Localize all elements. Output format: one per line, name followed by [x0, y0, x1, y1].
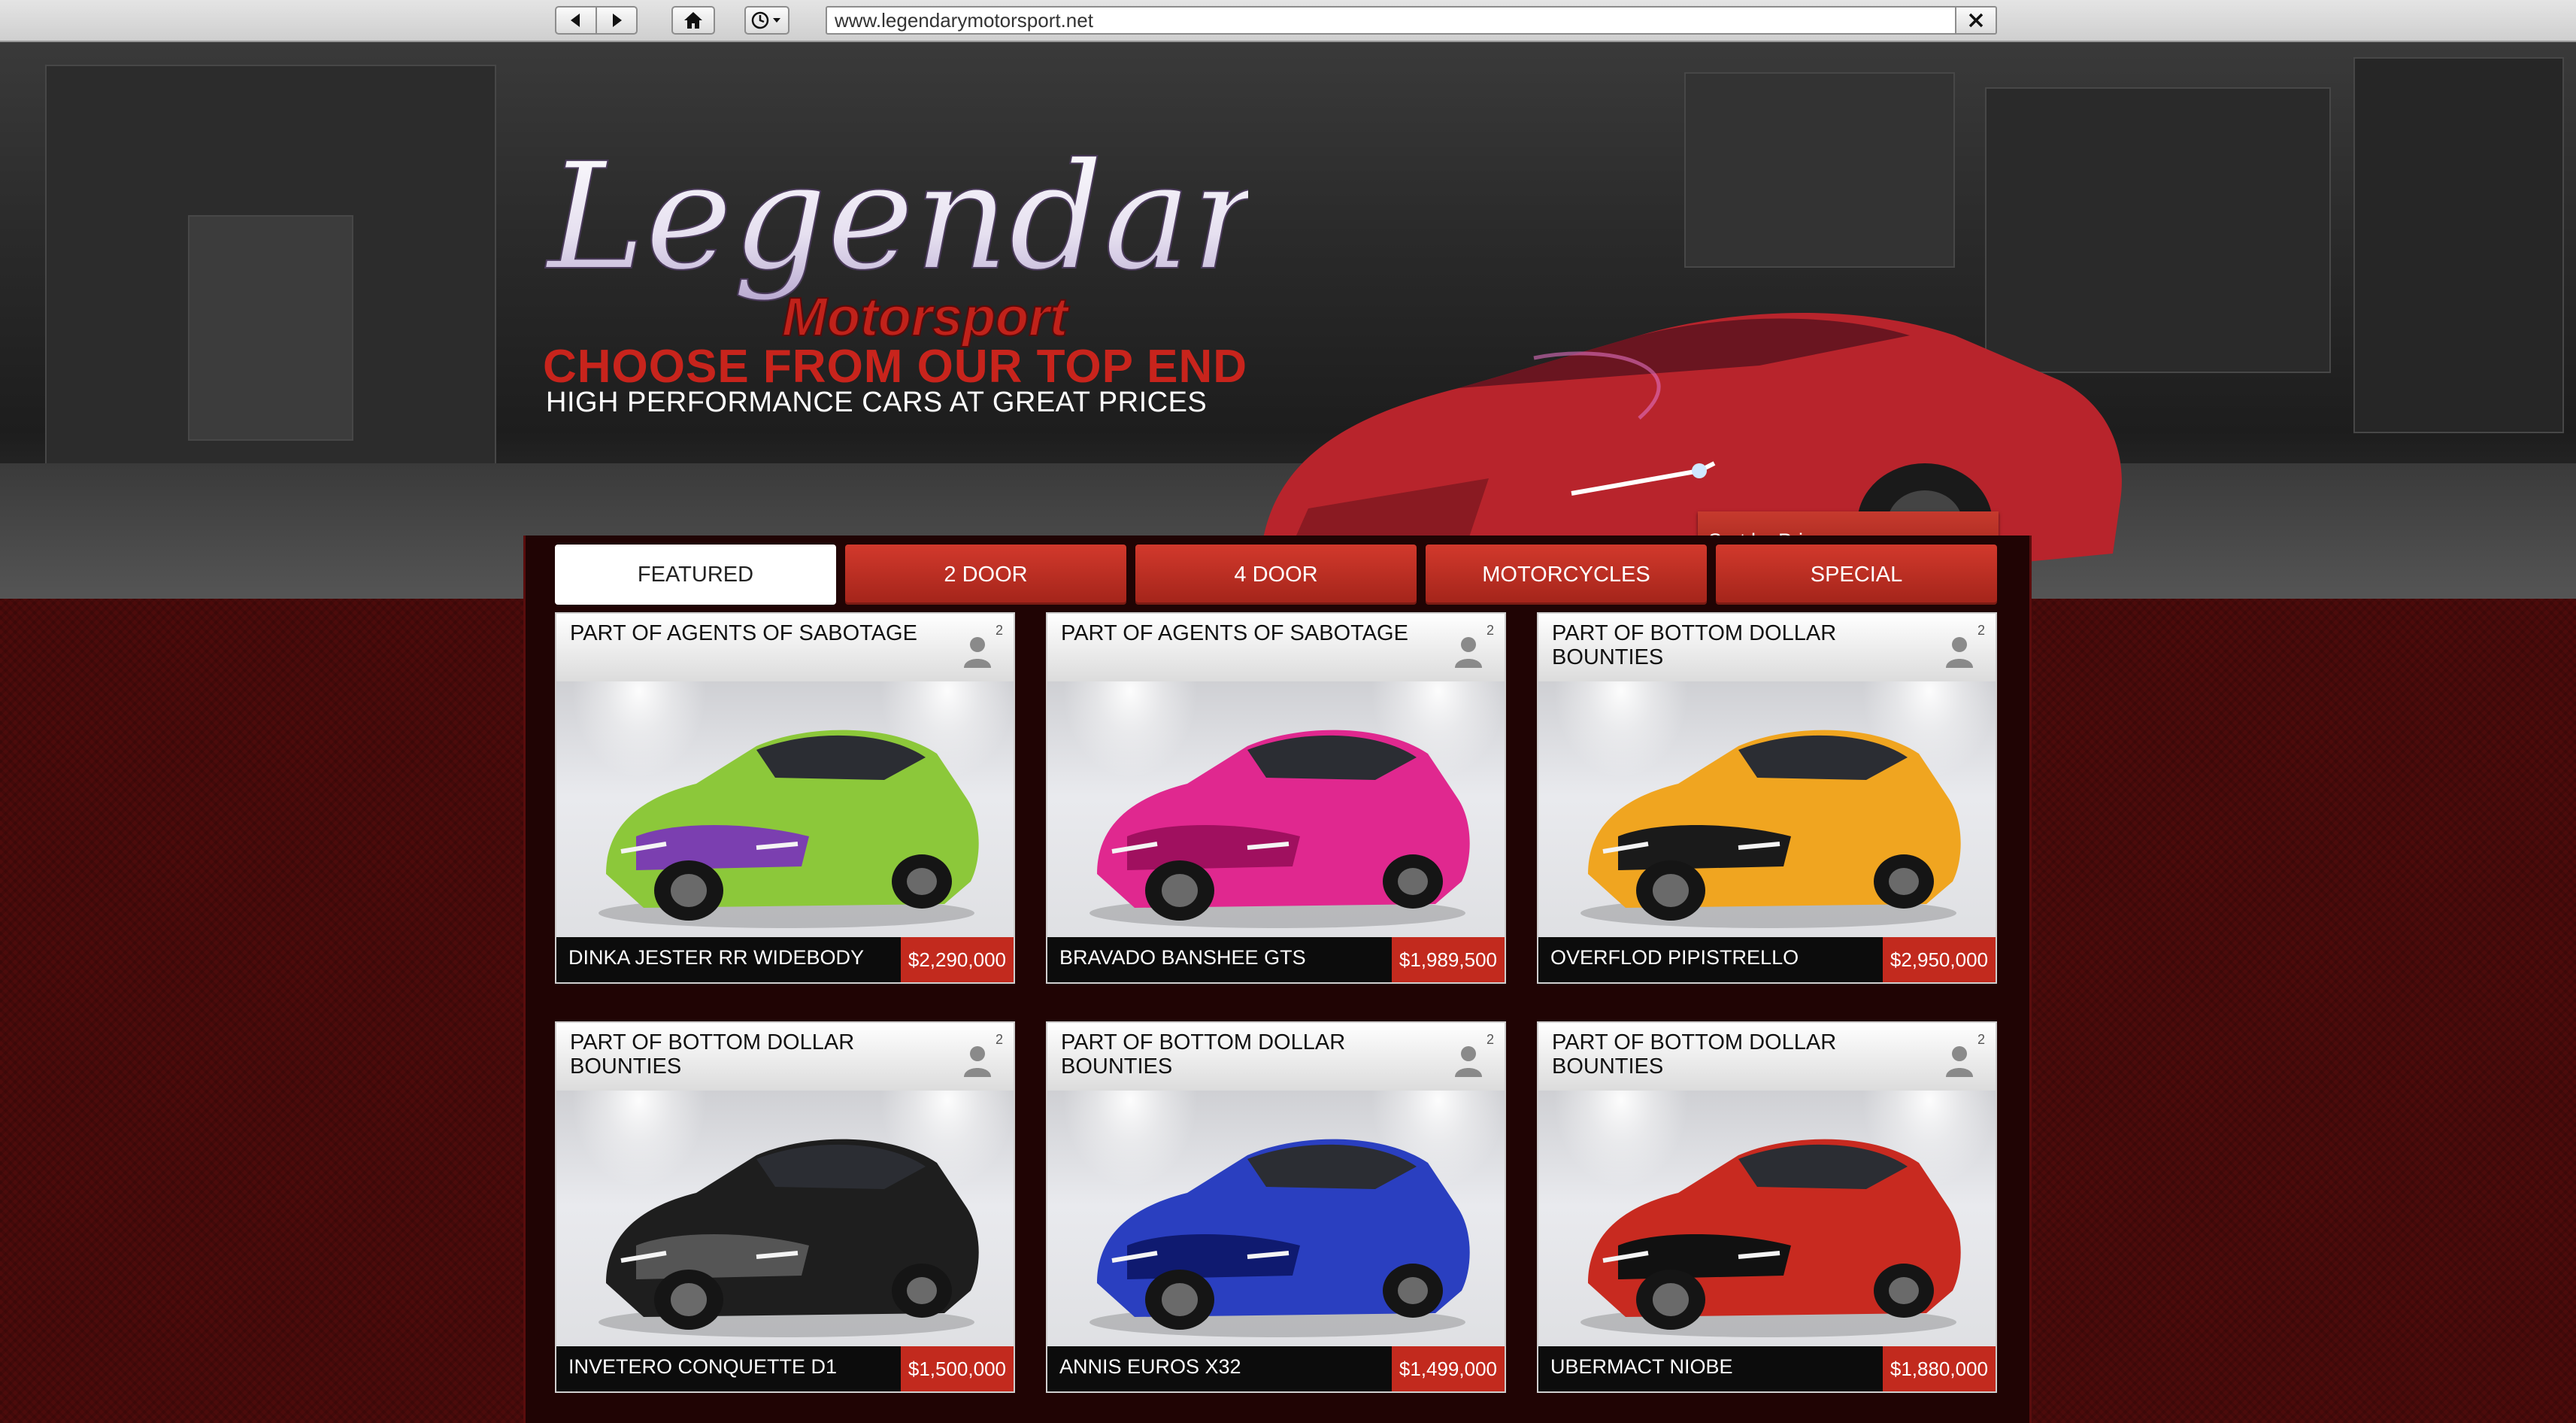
player-count: 2	[995, 623, 1003, 638]
vehicle-price-button[interactable]: $1,880,000	[1882, 1346, 1996, 1391]
card-category: PART OF AGENTS OF SABOTAGE	[570, 621, 917, 645]
vehicle-card[interactable]: PART OF AGENTS OF SABOTAGE 2	[1046, 612, 1506, 984]
hero-tagline-2: HIGH PERFORMANCE CARS AT GREAT PRICES	[546, 387, 1208, 418]
tab-special[interactable]: SPECIAL	[1716, 545, 1997, 605]
vehicle-image	[556, 681, 1014, 937]
vehicle-illustration	[1089, 1139, 1470, 1337]
player-icon	[964, 637, 991, 668]
vehicle-illustration	[1089, 730, 1470, 928]
vehicle-card[interactable]: PART OF BOTTOM DOLLAR BOUNTIES 2	[1537, 1021, 1997, 1393]
address-bar[interactable]: www.legendarymotorsport.net	[826, 6, 1956, 35]
back-arrow-icon	[571, 14, 580, 27]
vehicle-card[interactable]: PART OF AGENTS OF SABOTAGE 2	[555, 612, 1015, 984]
player-count: 2	[995, 1032, 1003, 1047]
forward-arrow-icon	[613, 14, 622, 27]
card-footer: DINKA JESTER RR WIDEBODY $2,290,000	[556, 937, 1014, 982]
card-category: PART OF BOTTOM DOLLAR BOUNTIES	[1061, 1030, 1346, 1079]
vehicle-price-button[interactable]: $2,950,000	[1882, 937, 1996, 982]
vehicle-name: BRAVADO BANSHEE GTS	[1059, 946, 1306, 969]
vehicle-name: DINKA JESTER RR WIDEBODY	[568, 946, 865, 969]
tab-featured[interactable]: FEATURED	[555, 545, 836, 605]
vehicle-image	[556, 1091, 1014, 1346]
history-clock-icon	[751, 11, 780, 29]
vehicle-price-button[interactable]: $1,989,500	[1391, 937, 1505, 982]
background-building	[2353, 57, 2564, 433]
forward-button[interactable]	[596, 6, 638, 35]
logo-script-text: Legendary	[545, 132, 1248, 303]
hero-banner: Legendary Motorsport CHOOSE FROM OUR TOP…	[0, 42, 2576, 599]
logo-sub-text: Motorsport	[782, 287, 1070, 347]
card-header: PART OF BOTTOM DOLLAR BOUNTIES 2	[1538, 1023, 1996, 1091]
card-header: PART OF AGENTS OF SABOTAGE 2	[556, 614, 1014, 681]
player-count: 2	[1977, 1032, 1985, 1047]
card-header: PART OF BOTTOM DOLLAR BOUNTIES 2	[1047, 1023, 1505, 1091]
player-icon	[1455, 1046, 1482, 1077]
background-building	[1684, 72, 1955, 268]
card-header: PART OF BOTTOM DOLLAR BOUNTIES 2	[1538, 614, 1996, 681]
back-button[interactable]	[555, 6, 597, 35]
card-footer: INVETERO CONQUETTE D1 $1,500,000	[556, 1346, 1014, 1391]
vehicle-card[interactable]: PART OF BOTTOM DOLLAR BOUNTIES 2	[1537, 612, 1997, 984]
vehicle-illustration	[599, 730, 979, 928]
tab-motorcycles[interactable]: MOTORCYCLES	[1426, 545, 1707, 605]
vehicle-image	[1538, 681, 1996, 937]
player-icon	[964, 1046, 991, 1077]
vehicle-price-button[interactable]: $1,499,000	[1391, 1346, 1505, 1391]
card-footer: UBERMACT NIOBE $1,880,000	[1538, 1346, 1996, 1391]
card-footer: ANNIS EUROS X32 $1,499,000	[1047, 1346, 1505, 1391]
card-header: PART OF AGENTS OF SABOTAGE 2	[1047, 614, 1505, 681]
vehicle-price-button[interactable]: $2,290,000	[900, 937, 1014, 982]
hero-tagline-1: CHOOSE FROM OUR TOP END	[543, 341, 1248, 393]
vehicle-card[interactable]: PART OF BOTTOM DOLLAR BOUNTIES 2	[1046, 1021, 1506, 1393]
home-icon	[684, 12, 702, 29]
player-icon	[1455, 637, 1482, 668]
category-tabs: FEATURED 2 DOOR 4 DOOR MOTORCYCLES SPECI…	[555, 545, 2000, 605]
browser-toolbar: www.legendarymotorsport.net	[0, 0, 2576, 42]
card-category: PART OF BOTTOM DOLLAR BOUNTIES	[1552, 1030, 1837, 1079]
vehicle-illustration	[599, 1139, 979, 1337]
card-category: PART OF BOTTOM DOLLAR BOUNTIES	[570, 1030, 855, 1079]
vehicle-name: INVETERO CONQUETTE D1	[568, 1355, 838, 1378]
vehicle-price-button[interactable]: $1,500,000	[900, 1346, 1014, 1391]
vehicle-image	[1047, 681, 1505, 937]
card-header: PART OF BOTTOM DOLLAR BOUNTIES 2	[556, 1023, 1014, 1091]
vehicle-card[interactable]: PART OF BOTTOM DOLLAR BOUNTIES 2	[555, 1021, 1015, 1393]
player-icon	[1946, 637, 1973, 668]
stop-button[interactable]	[1955, 6, 1997, 35]
player-count: 2	[1486, 623, 1494, 638]
vehicle-name: UBERMACT NIOBE	[1550, 1355, 1733, 1378]
background-building	[188, 215, 353, 441]
tab-2-door[interactable]: 2 DOOR	[845, 545, 1126, 605]
card-footer: BRAVADO BANSHEE GTS $1,989,500	[1047, 937, 1505, 982]
close-x-icon	[1968, 13, 1984, 28]
player-icon	[1946, 1046, 1973, 1077]
vehicle-illustration	[1580, 1139, 1961, 1337]
card-category: PART OF AGENTS OF SABOTAGE	[1061, 621, 1408, 645]
player-count: 2	[1486, 1032, 1494, 1047]
history-button[interactable]	[744, 6, 789, 35]
vehicle-illustration	[1580, 730, 1961, 928]
vehicle-name: OVERFLOD PIPISTRELLO	[1550, 946, 1799, 969]
home-button[interactable]	[671, 6, 715, 35]
player-count: 2	[1977, 623, 1985, 638]
vehicle-name: ANNIS EUROS X32	[1059, 1355, 1241, 1378]
card-footer: OVERFLOD PIPISTRELLO $2,950,000	[1538, 937, 1996, 982]
vehicle-image	[1047, 1091, 1505, 1346]
tab-4-door[interactable]: 4 DOOR	[1135, 545, 1417, 605]
card-category: PART OF BOTTOM DOLLAR BOUNTIES	[1552, 621, 1837, 669]
vehicle-image	[1538, 1091, 1996, 1346]
